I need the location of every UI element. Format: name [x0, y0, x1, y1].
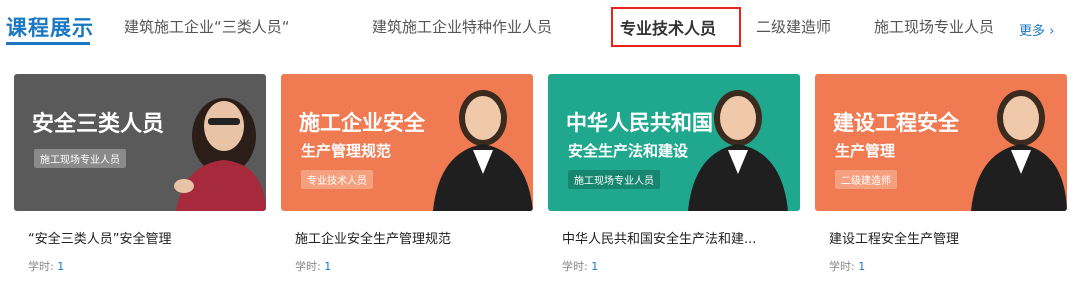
course-title[interactable]: 施工企业安全生产管理规范 — [295, 228, 527, 247]
course-category-tabs: 课程展示 建筑施工企业“三类人员“ 建筑施工企业特种作业人员 专业技术人员 二级… — [0, 0, 1080, 50]
chevron-right-icon: › — [1049, 24, 1055, 39]
thumbnail-subtitle: 生产管理 — [835, 142, 896, 160]
course-title[interactable]: 建设工程安全生产管理 — [829, 228, 1061, 247]
course-hours: 学时: 1 — [295, 258, 331, 274]
more-link[interactable]: 更多 › — [1019, 20, 1054, 39]
hours-label: 学时: — [28, 260, 54, 273]
section-title-underline — [6, 42, 90, 45]
thumbnail-badge: 施工现场专业人员 — [34, 149, 126, 168]
course-title[interactable]: 中华人民共和国安全生产法和建... — [562, 228, 794, 247]
presenter-image — [971, 90, 1067, 211]
course-thumbnail[interactable]: 中华人民共和国 安全生产法和建设 施工现场专业人员 — [548, 74, 800, 211]
hours-value: 1 — [57, 260, 65, 273]
thumbnail-title: 施工企业安全 — [299, 111, 425, 135]
presenter-image — [688, 90, 788, 211]
course-card[interactable]: 中华人民共和国 安全生产法和建设 施工现场专业人员 中华人民共和国安全生产法和建… — [548, 74, 800, 274]
tab-site-professionals[interactable]: 施工现场专业人员 — [874, 16, 994, 37]
section-title: 课程展示 — [6, 16, 94, 40]
more-label: 更多 — [1019, 24, 1046, 39]
course-hours: 学时: 1 — [562, 258, 598, 274]
course-thumbnail[interactable]: 安全三类人员 施工现场专业人员 — [14, 74, 266, 211]
tab-professional-technical[interactable]: 专业技术人员 — [620, 15, 716, 39]
tab-construction-three-types[interactable]: 建筑施工企业“三类人员“ — [124, 16, 290, 37]
tab-second-class-constructor[interactable]: 二级建造师 — [756, 16, 831, 37]
thumbnail-subtitle: 安全生产法和建设 — [568, 142, 689, 160]
course-card[interactable]: 建设工程安全 生产管理 二级建造师 建设工程安全生产管理 学时: 1 — [815, 74, 1067, 274]
course-title[interactable]: “安全三类人员”安全管理 — [28, 228, 260, 247]
course-hours: 学时: 1 — [28, 258, 64, 274]
hours-label: 学时: — [562, 260, 588, 273]
course-thumbnail[interactable]: 建设工程安全 生产管理 二级建造师 — [815, 74, 1067, 211]
hours-label: 学时: — [829, 260, 855, 273]
thumbnail-title: 安全三类人员 — [32, 112, 165, 137]
thumbnail-subtitle: 生产管理规范 — [301, 142, 392, 160]
course-thumbnail[interactable]: 施工企业安全 生产管理规范 专业技术人员 — [281, 74, 533, 211]
thumbnail-badge: 施工现场专业人员 — [568, 170, 660, 189]
thumbnail-badge: 二级建造师 — [835, 170, 897, 189]
thumbnail-title: 建设工程安全 — [833, 111, 959, 135]
hours-value: 1 — [591, 260, 599, 273]
tab-special-operations[interactable]: 建筑施工企业特种作业人员 — [372, 16, 552, 37]
course-card[interactable]: 施工企业安全 生产管理规范 专业技术人员 施工企业安全生产管理规范 学时: 1 — [281, 74, 533, 274]
hours-label: 学时: — [295, 260, 321, 273]
course-hours: 学时: 1 — [829, 258, 865, 274]
hours-value: 1 — [858, 260, 866, 273]
presenter-image — [174, 98, 266, 211]
thumbnail-badge: 专业技术人员 — [301, 170, 373, 189]
course-card[interactable]: 安全三类人员 施工现场专业人员 “安全三类人员”安全管理 学时: 1 — [14, 74, 266, 274]
presenter-image — [433, 90, 533, 211]
hours-value: 1 — [324, 260, 332, 273]
